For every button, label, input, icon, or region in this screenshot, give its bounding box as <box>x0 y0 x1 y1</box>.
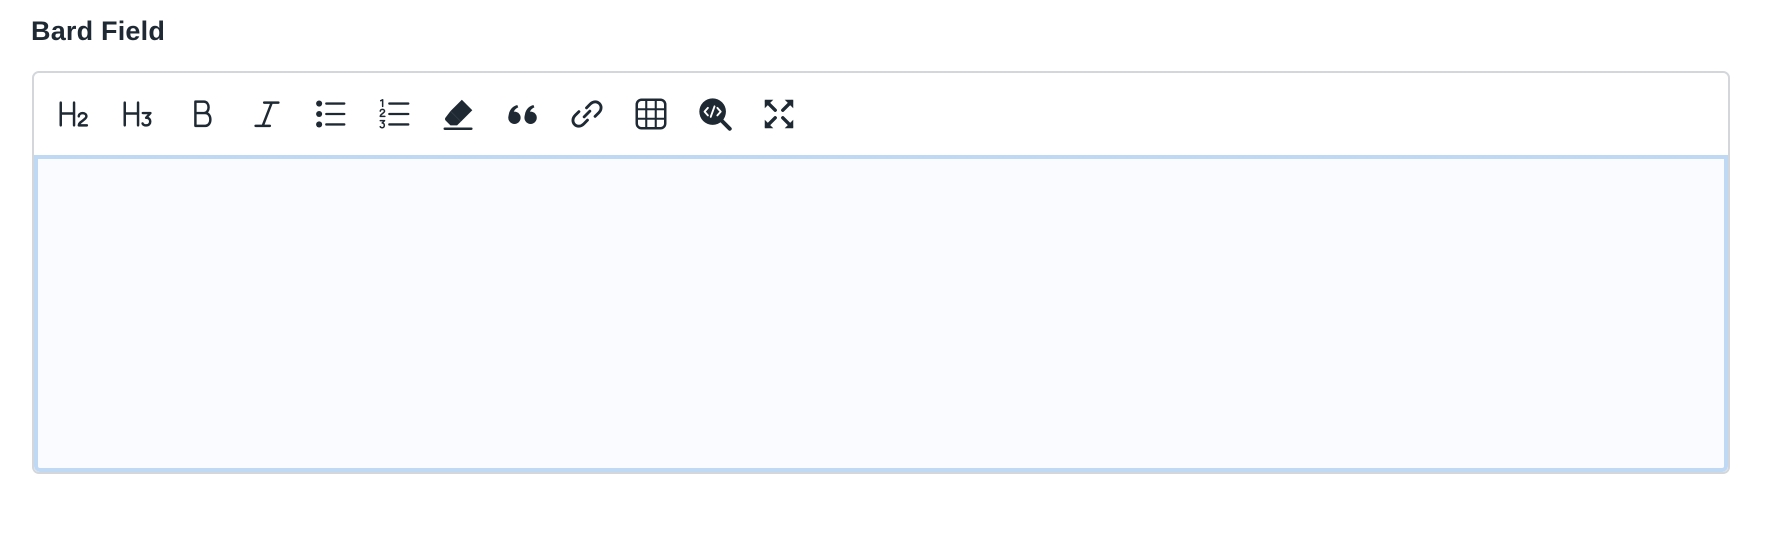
h2-icon <box>59 101 89 127</box>
italic-button[interactable] <box>246 93 288 135</box>
eraser-icon <box>443 99 473 130</box>
fullscreen-button[interactable] <box>758 93 800 135</box>
remove-format-button[interactable] <box>438 93 480 135</box>
field-label: Bard Field <box>31 16 166 46</box>
bold-icon <box>194 100 212 128</box>
table-button[interactable] <box>630 93 672 135</box>
editor-toolbar <box>34 73 1728 155</box>
ordered-list-button[interactable] <box>374 93 416 135</box>
heading-3-button[interactable] <box>118 93 160 135</box>
link-icon <box>571 100 603 128</box>
heading-2-button[interactable] <box>54 93 96 135</box>
bullet-list-icon <box>316 100 346 128</box>
italic-icon <box>254 101 280 128</box>
bold-button[interactable] <box>182 93 224 135</box>
expand-icon <box>764 99 794 129</box>
link-button[interactable] <box>566 93 608 135</box>
numbered-list-icon <box>379 98 410 129</box>
view-source-button[interactable] <box>694 93 736 135</box>
unordered-list-button[interactable] <box>310 93 352 135</box>
bard-editor <box>32 71 1730 474</box>
quote-icon <box>508 104 537 124</box>
table-icon <box>635 98 667 130</box>
editor-content-area[interactable] <box>34 155 1728 472</box>
blockquote-button[interactable] <box>502 93 544 135</box>
h3-icon <box>123 101 152 127</box>
code-search-icon <box>699 98 732 131</box>
